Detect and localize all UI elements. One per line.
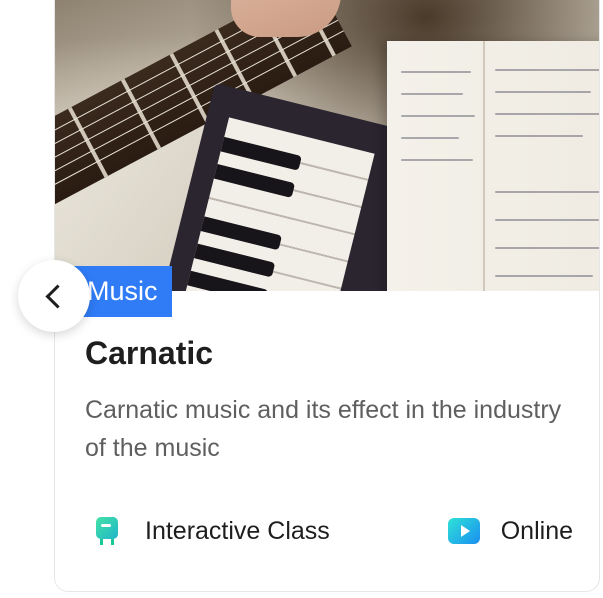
class-type-label: Interactive Class — [145, 516, 330, 545]
class-mode-label: Online — [500, 516, 573, 545]
course-image — [55, 0, 599, 291]
carousel-prev-button[interactable] — [18, 260, 90, 332]
class-type: Interactive Class — [91, 511, 330, 551]
course-description: Carnatic music and its effect in the ind… — [85, 396, 562, 462]
interactive-class-icon — [91, 515, 123, 547]
online-play-icon — [447, 515, 480, 547]
class-mode: Online — [447, 511, 573, 551]
carousel: Music Carnatic Carnatic music and its ef… — [0, 0, 603, 598]
course-title: Carnatic — [85, 335, 214, 371]
course-card[interactable]: Music Carnatic Carnatic music and its ef… — [54, 0, 600, 592]
chevron-left-icon — [44, 283, 70, 309]
